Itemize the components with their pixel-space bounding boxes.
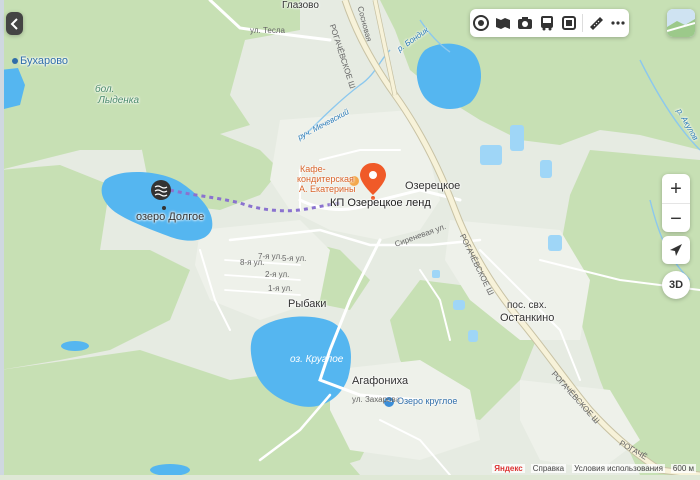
lake-krugloe-label: оз. Круглое <box>290 354 344 365</box>
road-5: 5-я ул. <box>282 254 307 263</box>
location-arrow-icon <box>670 244 682 256</box>
ruler-icon <box>589 17 603 30</box>
lake-marker-dot <box>162 206 166 210</box>
place-rybaki: Рыбаки <box>288 298 327 310</box>
transport-button[interactable] <box>536 9 558 37</box>
kp-label[interactable]: КП Озерецкое ленд <box>330 197 431 209</box>
cafe-label-line1[interactable]: Кафе- <box>300 164 326 174</box>
road-zakharova: ул. Захарова <box>352 395 401 404</box>
ozero-krugloe-poi-label[interactable]: Озеро круглое <box>397 396 457 406</box>
layers-icon <box>473 15 490 31</box>
cafe-label-line3[interactable]: А. Екатерины <box>299 184 355 194</box>
traffic-icon <box>562 16 577 30</box>
lake-dolgoe-label: озеро Долгое <box>136 211 205 223</box>
map-type-button[interactable] <box>667 9 695 37</box>
map-footer: Яндекс Справка Условия использования 600… <box>492 464 696 473</box>
road-teslya: ул. Тесла <box>250 26 285 35</box>
layers-button[interactable] <box>470 9 492 37</box>
more-button[interactable] <box>607 9 629 37</box>
ruler-button[interactable] <box>585 9 607 37</box>
map-toolbar <box>470 9 629 37</box>
locate-button[interactable] <box>662 236 690 264</box>
zoom-control: + − <box>662 174 690 232</box>
mode-3d-button[interactable]: 3D <box>662 271 690 299</box>
place-buharovo: Бухарово <box>20 55 69 67</box>
bog-lydenka-line1: бол. <box>95 84 115 95</box>
road-2: 2-я ул. <box>265 270 290 279</box>
place-agafonikha: Агафониха <box>352 375 409 387</box>
back-button[interactable] <box>6 12 23 35</box>
toolbar-divider <box>582 14 583 32</box>
lake-marker[interactable] <box>151 180 171 200</box>
road-1: 1-я ул. <box>268 284 293 293</box>
place-ozeretskoe: Озерецкое <box>405 180 461 192</box>
yandex-logo[interactable]: Яндекс <box>492 464 525 473</box>
camera-icon <box>518 17 533 29</box>
more-icon <box>611 21 625 25</box>
traffic-button[interactable] <box>558 9 580 37</box>
panorama-icon <box>496 18 511 29</box>
zoom-in-button[interactable]: + <box>662 174 690 204</box>
place-ostankino-line1: пос. свх. <box>507 300 547 311</box>
road-7: 7-я ул. <box>258 252 283 261</box>
chevron-left-icon <box>10 17 18 30</box>
zoom-out-button[interactable]: − <box>662 204 690 233</box>
map-type-icon <box>667 9 695 37</box>
left-edge <box>0 0 4 475</box>
place-ostankino-line2: Останкино <box>500 312 555 324</box>
scale-label: 600 м <box>670 464 696 473</box>
buharovo-dot <box>12 58 18 64</box>
bog-lydenka-line2: Лыденка <box>98 95 140 106</box>
cafe-label-line2[interactable]: кондитерская <box>297 174 354 184</box>
photo-button[interactable] <box>514 9 536 37</box>
help-link[interactable]: Справка <box>530 464 567 473</box>
place-glazovo: Глазово <box>282 0 319 11</box>
terms-link[interactable]: Условия использования <box>572 464 665 473</box>
bus-icon <box>541 16 554 31</box>
map-canvas[interactable]: Бухарово Глазово Озерецкое Рыбаки Агафон… <box>0 0 700 479</box>
panorama-button[interactable] <box>492 9 514 37</box>
